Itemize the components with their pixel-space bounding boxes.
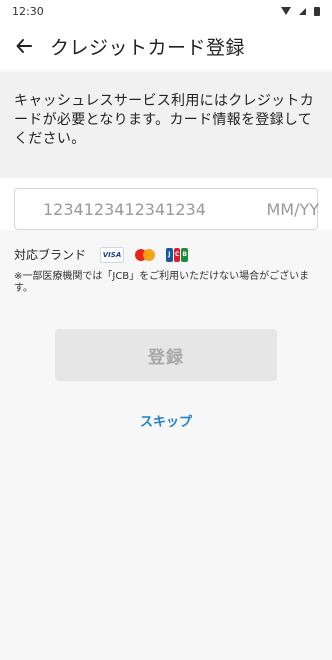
signal-icon — [299, 7, 306, 15]
app-bar: クレジットカード登録 — [0, 22, 332, 70]
register-button[interactable]: 登録 — [55, 329, 277, 381]
card-number-input[interactable] — [41, 198, 245, 220]
supported-brands: 対応ブランド VISA J C B — [0, 230, 332, 263]
status-time: 12:30 — [12, 4, 44, 18]
jcb-note: ※一部医療機関では「JCB」をご利用いただけない場合がございます。 — [14, 271, 310, 294]
back-arrow-icon[interactable] — [12, 34, 36, 58]
jcb-logo: J C B — [166, 247, 189, 262]
visa-logo: VISA — [100, 246, 125, 263]
status-bar: 12:30 — [0, 0, 332, 22]
expiry-input[interactable] — [257, 198, 321, 220]
skip-link[interactable]: スキップ — [0, 411, 332, 430]
battery-icon — [314, 6, 320, 16]
mastercard-logo — [134, 248, 156, 262]
intro-text: キャッシュレスサービス利用にはクレジットカードが必要となります。カード情報を登録… — [0, 72, 332, 178]
card-field[interactable] — [14, 188, 321, 230]
wifi-icon — [281, 7, 291, 15]
brands-label: 対応ブランド — [14, 248, 87, 262]
status-icons — [281, 6, 320, 16]
card-section — [0, 178, 332, 230]
page-title: クレジットカード登録 — [50, 36, 246, 59]
